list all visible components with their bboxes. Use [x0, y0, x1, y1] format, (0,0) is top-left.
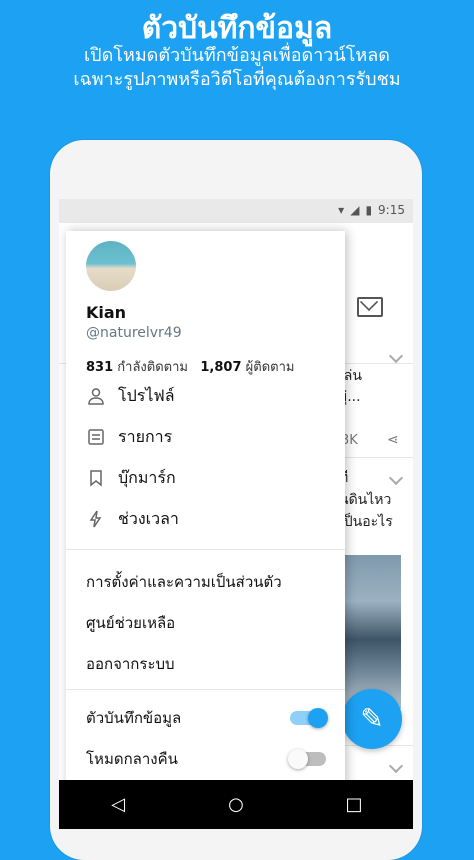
- messages-icon[interactable]: [357, 297, 383, 317]
- followers-label[interactable]: ผู้ติดตาม: [246, 360, 295, 375]
- followers-count[interactable]: 1,807: [200, 360, 241, 375]
- signal-icon: ◢: [350, 203, 360, 217]
- night-mode-label: โหมดกลางคืน: [86, 750, 178, 768]
- profile-name[interactable]: Kian: [86, 303, 126, 322]
- follow-stats: 831 กำลังติดตาม 1,807 ผู้ติดตาม: [86, 356, 294, 377]
- menu-item-label: บุ๊กมาร์ก: [118, 467, 176, 487]
- avatar[interactable]: [86, 241, 136, 291]
- bookmark-icon: [86, 468, 106, 488]
- list-icon: [86, 427, 106, 447]
- navigation-drawer: Kian @naturelvr49 831 กำลังติดตาม 1,807 …: [66, 231, 345, 791]
- following-count[interactable]: 831: [86, 360, 113, 375]
- menu-item-label: โปรไฟล์: [118, 385, 175, 405]
- settings-privacy-link[interactable]: การตั้งค่าและความเป็นส่วนตัว: [86, 570, 282, 594]
- back-icon[interactable]: ◁: [98, 794, 138, 815]
- night-mode-row[interactable]: โหมดกลางคืน: [86, 744, 326, 774]
- tweet-text-fragment: เป็นอะไร: [339, 514, 393, 530]
- battery-icon: ▮: [365, 203, 373, 217]
- compose-tweet-button[interactable]: ✎: [342, 689, 402, 749]
- menu-item-lists[interactable]: รายการ: [86, 422, 172, 452]
- menu-divider: [66, 549, 345, 550]
- share-icon[interactable]: ⋖: [387, 432, 399, 448]
- android-nav-bar: ◁ ○ □: [59, 780, 413, 829]
- menu-item-bookmarks[interactable]: บุ๊กมาร์ก: [86, 463, 176, 493]
- lightning-icon: [86, 509, 106, 529]
- menu-item-label: ช่วงเวลา: [118, 508, 179, 528]
- menu-divider: [66, 689, 345, 690]
- wifi-icon: ▾: [338, 203, 345, 217]
- data-saver-toggle[interactable]: [290, 708, 328, 728]
- help-center-link[interactable]: ศูนย์ช่วยเหลือ: [86, 611, 175, 635]
- promo-subtitle-line2: เฉพาะรูปภาพหรือวิดีโอที่คุณต้องการรับชม: [73, 69, 401, 90]
- person-icon: [86, 386, 106, 406]
- promo-title: ตัวบันทึกข้อมูล: [141, 11, 333, 46]
- night-mode-toggle[interactable]: [288, 749, 326, 769]
- data-saver-label: ตัวบันทึกข้อมูล: [86, 709, 182, 727]
- menu-item-moments[interactable]: ช่วงเวลา: [86, 504, 179, 534]
- home-icon[interactable]: ○: [216, 794, 256, 815]
- status-time: 9:15: [378, 203, 405, 217]
- tweet-photo[interactable]: [341, 555, 401, 709]
- menu-item-label: รายการ: [118, 426, 173, 446]
- tweet-text-fragment: นดินไหว: [339, 492, 392, 508]
- promo-subtitle-line1: เปิดโหมดตัวบันทึกข้อมูลเพื่อดาวน์โหลด: [84, 45, 390, 66]
- menu-item-profile[interactable]: โปรไฟล์: [86, 381, 175, 411]
- data-saver-row[interactable]: ตัวบันทึกข้อมูล: [86, 703, 328, 733]
- recents-icon[interactable]: □: [334, 794, 374, 815]
- feather-plus-icon: ✎: [360, 702, 384, 735]
- phone-screen: ▾ ◢ ▮ 9:15 ่เล่น ยู่... 3K ⋖ ที นดินไหว …: [59, 199, 413, 829]
- logout-link[interactable]: ออกจากระบบ: [86, 652, 175, 676]
- profile-handle: @naturelvr49: [86, 325, 182, 341]
- status-bar: ▾ ◢ ▮ 9:15: [59, 199, 413, 223]
- following-label[interactable]: กำลังติดตาม: [117, 360, 188, 375]
